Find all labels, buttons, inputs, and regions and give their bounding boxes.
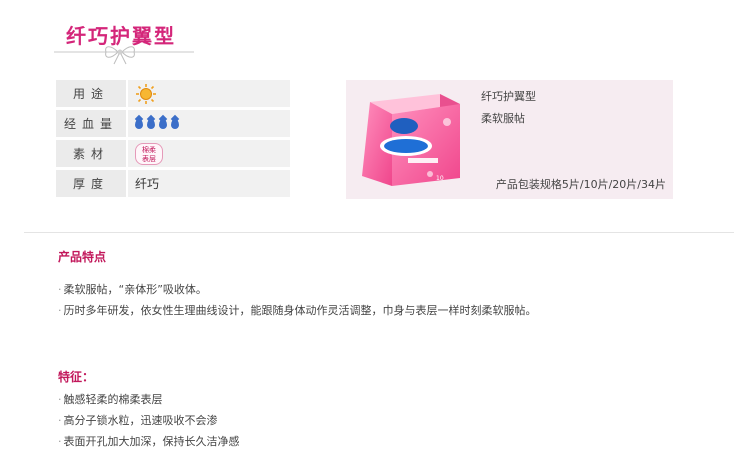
- spec-row-usage: 用途: [56, 80, 290, 107]
- list-item: · 柔软服帖，“亲体形”吸收体。: [58, 281, 207, 297]
- spec-label: 用途: [56, 80, 126, 107]
- product-pack-spec: 产品包装规格5片/10片/20片/34片: [495, 178, 666, 191]
- list-item: · 触感轻柔的棉柔表层: [58, 391, 163, 407]
- list-item: · 表面开孔加大加深，保持长久洁净感: [58, 433, 240, 449]
- list-item: · 历时多年研发，依女性生理曲线设计，能跟随身体动作灵活调整，巾身与表层一样时刻柔…: [58, 302, 537, 318]
- bow-divider-icon: [54, 46, 194, 65]
- product-package-image: 10: [362, 94, 460, 186]
- bullet-icon: ·: [58, 283, 62, 296]
- package-count: 10: [436, 175, 444, 182]
- spec-value: 纤巧: [128, 170, 290, 197]
- water-drop-icon: [171, 118, 179, 129]
- list-item: · 高分子锁水粒，迅速吸收不会渗: [58, 412, 218, 428]
- list-item-text: 柔软服帖，“亲体形”吸收体。: [63, 283, 207, 296]
- product-card: 10 纤巧护翼型 柔软服帖 产品包装规格5片/10片/20片/34片: [346, 80, 673, 199]
- water-drop-icon: [135, 118, 143, 129]
- spec-row-material: 素材 棉柔 表层: [56, 140, 290, 167]
- product-feature: 柔软服帖: [481, 112, 525, 125]
- bullet-icon: ·: [58, 414, 62, 427]
- list-item-text: 表面开孔加大加深，保持长久洁净感: [63, 435, 240, 448]
- spec-label: 经血量: [56, 110, 126, 137]
- fabric-badge-icon: 棉柔 表层: [135, 142, 163, 165]
- sun-icon: [136, 83, 156, 104]
- features-heading: 产品特点: [58, 250, 107, 264]
- spec-value: [128, 80, 290, 107]
- spec-row-thickness: 厚度 纤巧: [56, 170, 290, 197]
- water-drop-icon: [159, 118, 167, 129]
- bullet-icon: ·: [58, 304, 62, 317]
- list-item-text: 触感轻柔的棉柔表层: [63, 393, 163, 406]
- badge-text: 表层: [142, 154, 156, 163]
- spec-table: 用途 经血量 素材 棉柔 表层 厚度 纤巧: [56, 80, 290, 200]
- bullet-icon: ·: [58, 435, 62, 448]
- badge-text: 棉柔: [142, 145, 156, 154]
- spec-label: 厚度: [56, 170, 126, 197]
- water-drop-icon: [147, 118, 155, 129]
- traits-heading: 特征：: [58, 370, 95, 384]
- list-item-text: 历时多年研发，依女性生理曲线设计，能跟随身体动作灵活调整，巾身与表层一样时刻柔软…: [63, 304, 537, 317]
- bullet-icon: ·: [58, 393, 62, 406]
- list-item-text: 高分子锁水粒，迅速吸收不会渗: [63, 414, 218, 427]
- product-name: 纤巧护翼型: [481, 90, 536, 103]
- section-divider: [24, 232, 734, 233]
- spec-row-flow: 经血量: [56, 110, 290, 137]
- spec-value: [128, 110, 290, 137]
- spec-label: 素材: [56, 140, 126, 167]
- spec-value: 棉柔 表层: [128, 140, 290, 167]
